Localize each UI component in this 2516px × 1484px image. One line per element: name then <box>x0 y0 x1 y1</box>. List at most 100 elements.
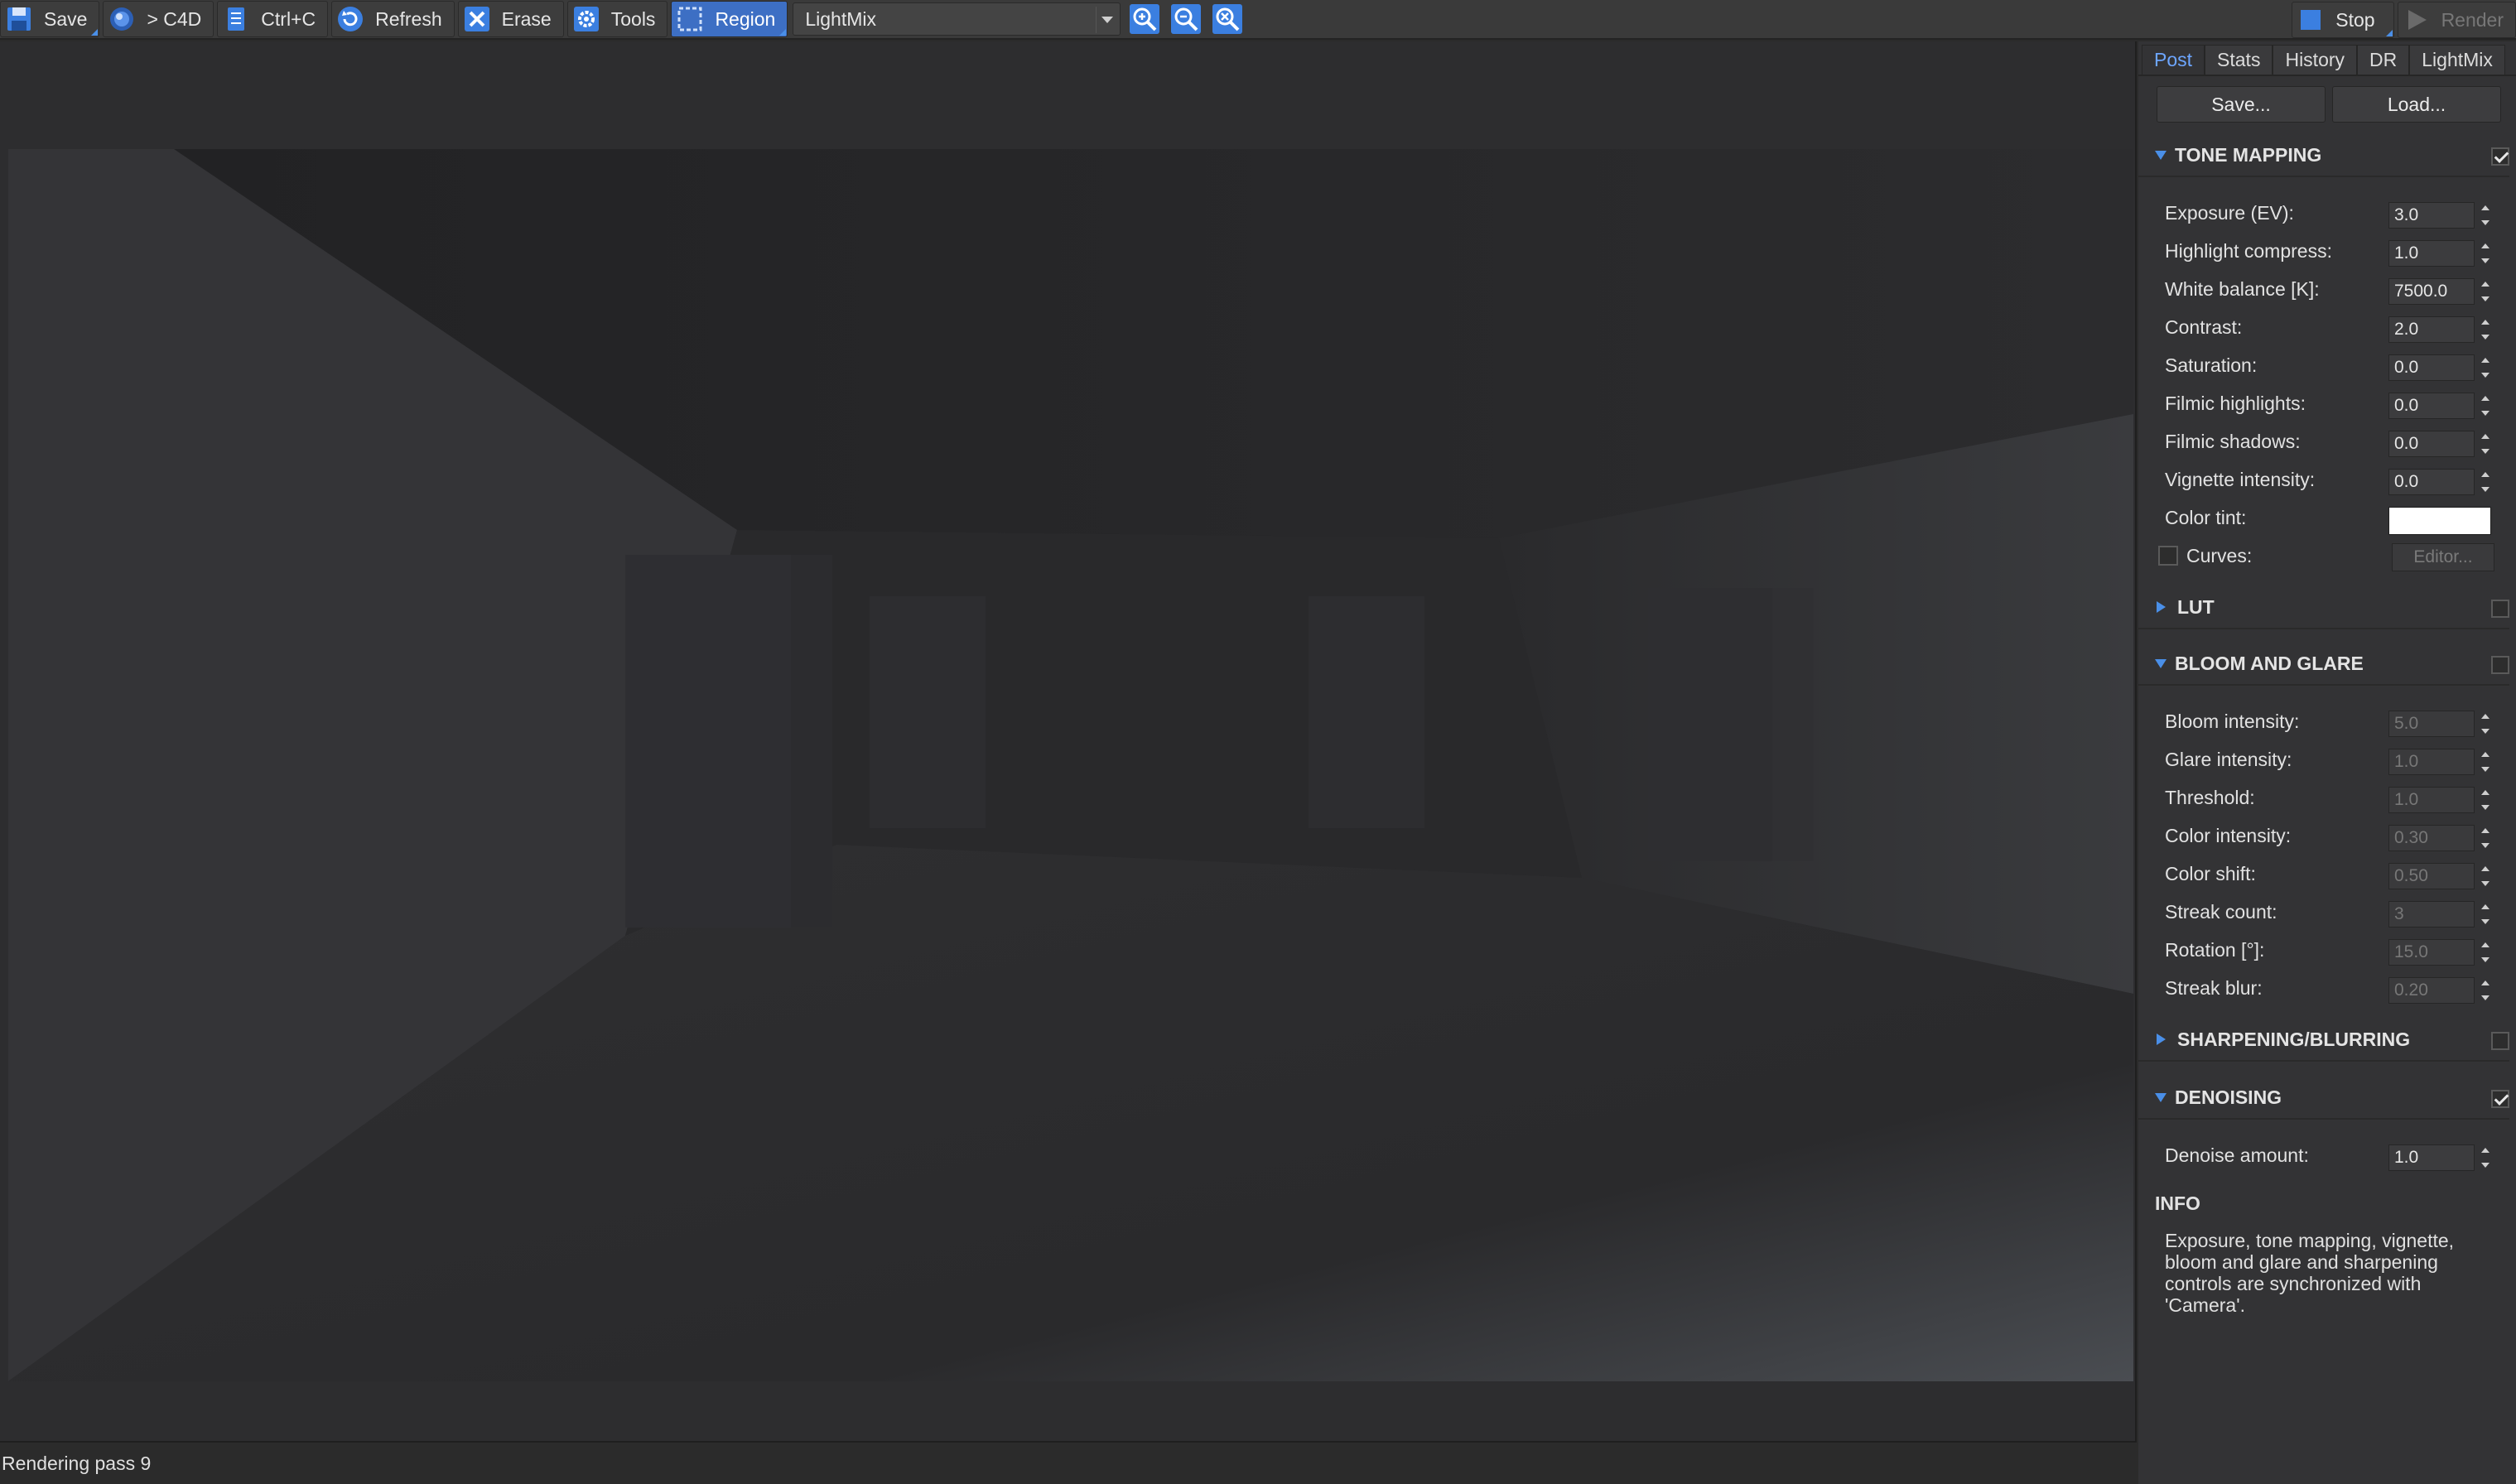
denoise-amount-stepper[interactable] <box>2480 1144 2491 1171</box>
region-menu-corner <box>779 29 787 36</box>
status-text: Rendering pass 9 <box>2 1452 152 1474</box>
glare-intensity-input[interactable]: 1.0 <box>2388 749 2475 775</box>
stop-button[interactable]: Stop <box>2292 2 2394 38</box>
bloom-glare-checkbox[interactable] <box>2491 656 2509 674</box>
denoising-checkbox[interactable] <box>2491 1090 2509 1108</box>
color-shift-stepper[interactable] <box>2480 863 2491 889</box>
bloom-glare-header[interactable]: BLOOM AND GLARE <box>2138 643 2509 686</box>
render-button[interactable]: Render <box>2397 2 2516 38</box>
filmic-shadows-input[interactable]: 0.0 <box>2388 431 2475 457</box>
color-intensity-input[interactable]: 0.30 <box>2388 825 2475 851</box>
glare-intensity-label: Glare intensity: <box>2165 748 2292 770</box>
bloom-glare-title: BLOOM AND GLARE <box>2175 652 2364 674</box>
white-balance-input[interactable]: 7500.0 <box>2388 278 2475 305</box>
zoom-in-icon[interactable] <box>1127 2 1162 36</box>
exposure-stepper[interactable] <box>2480 202 2491 229</box>
tone-mapping-title: TONE MAPPING <box>2175 143 2322 166</box>
vignette-intensity-input[interactable]: 0.0 <box>2388 469 2475 495</box>
select-divider <box>1096 7 1097 33</box>
toolbar: Save > C4D Ctrl+C Refresh Erase Tools Re… <box>0 0 2516 40</box>
info-text: Exposure, tone mapping, vignette, bloom … <box>2165 1230 2455 1316</box>
tone-mapping-checkbox[interactable] <box>2491 147 2509 166</box>
white-balance-row: White balance [K]: 7500.0 <box>2138 270 2516 308</box>
bloom-intensity-input[interactable]: 5.0 <box>2388 711 2475 737</box>
saturation-row: Saturation: 0.0 <box>2138 346 2516 384</box>
render-viewport[interactable] <box>0 41 2137 1441</box>
filmic-shadows-label: Filmic shadows: <box>2165 430 2301 452</box>
tools-button[interactable]: Tools <box>566 1 668 37</box>
color-shift-row: Color shift: 0.50 <box>2138 855 2516 893</box>
save-button-label: Save <box>44 7 88 30</box>
erase-label: Erase <box>501 7 552 30</box>
threshold-stepper[interactable] <box>2480 787 2491 813</box>
save-button[interactable]: Save <box>0 1 100 37</box>
lut-header[interactable]: LUT <box>2138 586 2509 629</box>
collapse-triangle-icon <box>2155 658 2167 668</box>
saturation-stepper[interactable] <box>2480 354 2491 381</box>
contrast-stepper[interactable] <box>2480 316 2491 343</box>
render-label: Render <box>2441 8 2504 31</box>
lut-title: LUT <box>2177 595 2215 618</box>
threshold-input[interactable]: 1.0 <box>2388 787 2475 813</box>
filmic-highlights-label: Filmic highlights: <box>2165 392 2306 414</box>
color-tint-swatch[interactable] <box>2388 507 2491 535</box>
rotation-row: Rotation [°]: 15.0 <box>2138 931 2516 969</box>
color-intensity-stepper[interactable] <box>2480 825 2491 851</box>
filmic-highlights-input[interactable]: 0.0 <box>2388 393 2475 419</box>
white-balance-label: White balance [K]: <box>2165 277 2320 300</box>
tab-history[interactable]: History <box>2273 45 2358 75</box>
filmic-shadows-stepper[interactable] <box>2480 431 2491 457</box>
filmic-highlights-row: Filmic highlights: 0.0 <box>2138 384 2516 422</box>
exposure-input[interactable]: 3.0 <box>2388 202 2475 229</box>
tab-lightmix[interactable]: LightMix <box>2409 45 2505 75</box>
zoom-fit-icon[interactable] <box>1210 2 1245 36</box>
tone-mapping-header[interactable]: TONE MAPPING <box>2138 134 2509 177</box>
info-title: INFO <box>2155 1192 2200 1214</box>
display-mode-select[interactable]: LightMix <box>793 2 1121 36</box>
refresh-button[interactable]: Refresh <box>331 1 455 37</box>
sharpening-checkbox[interactable] <box>2491 1032 2509 1050</box>
denoising-title: DENOISING <box>2175 1086 2282 1108</box>
rotation-input[interactable]: 15.0 <box>2388 939 2475 966</box>
copy-button[interactable]: Ctrl+C <box>217 1 329 37</box>
rotation-stepper[interactable] <box>2480 939 2491 966</box>
white-balance-stepper[interactable] <box>2480 278 2491 305</box>
curves-checkbox[interactable] <box>2158 546 2178 566</box>
bloom-intensity-stepper[interactable] <box>2480 711 2491 737</box>
sharpening-title: SHARPENING/BLURRING <box>2177 1028 2411 1050</box>
save-preset-button[interactable]: Save... <box>2157 86 2326 123</box>
color-intensity-row: Color intensity: 0.30 <box>2138 817 2516 855</box>
denoise-amount-input[interactable]: 1.0 <box>2388 1144 2475 1171</box>
sharpening-header[interactable]: SHARPENING/BLURRING <box>2138 1019 2509 1062</box>
color-shift-input[interactable]: 0.50 <box>2388 863 2475 889</box>
curves-editor-button[interactable]: Editor... <box>2392 543 2494 571</box>
panel-tabs: Post Stats History DR LightMix <box>2138 41 2516 76</box>
streak-blur-input[interactable]: 0.20 <box>2388 977 2475 1004</box>
tab-stats[interactable]: Stats <box>2205 45 2273 75</box>
tab-dr[interactable]: DR <box>2357 45 2410 75</box>
stop-menu-corner <box>2385 30 2393 36</box>
expand-triangle-icon <box>2157 601 2166 613</box>
highlight-compress-stepper[interactable] <box>2480 240 2491 267</box>
load-preset-button[interactable]: Load... <box>2332 86 2501 123</box>
vignette-intensity-stepper[interactable] <box>2480 469 2491 495</box>
tab-post[interactable]: Post <box>2142 45 2205 75</box>
region-button[interactable]: Region <box>671 1 788 37</box>
streak-blur-label: Streak blur: <box>2165 976 2263 999</box>
highlight-compress-input[interactable]: 1.0 <box>2388 240 2475 267</box>
streak-count-input[interactable]: 3 <box>2388 901 2475 928</box>
lut-checkbox[interactable] <box>2491 600 2509 618</box>
streak-count-label: Streak count: <box>2165 900 2277 923</box>
erase-button[interactable]: Erase <box>457 1 564 37</box>
denoising-header[interactable]: DENOISING <box>2138 1077 2509 1120</box>
contrast-input[interactable]: 2.0 <box>2388 316 2475 343</box>
glare-intensity-stepper[interactable] <box>2480 749 2491 775</box>
saturation-input[interactable]: 0.0 <box>2388 354 2475 381</box>
refresh-icon <box>335 4 365 34</box>
zoom-out-icon[interactable] <box>1169 2 1203 36</box>
filmic-highlights-stepper[interactable] <box>2480 393 2491 419</box>
send-to-c4d-button[interactable]: > C4D <box>103 1 214 37</box>
streak-count-stepper[interactable] <box>2480 901 2491 928</box>
streak-blur-stepper[interactable] <box>2480 977 2491 1004</box>
collapse-triangle-icon <box>2155 150 2167 160</box>
